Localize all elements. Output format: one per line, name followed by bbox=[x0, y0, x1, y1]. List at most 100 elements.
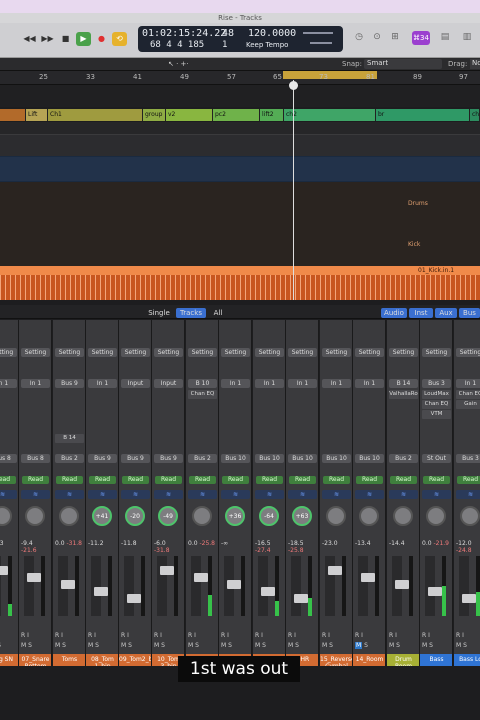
setting-button[interactable]: Setting bbox=[188, 348, 217, 357]
audio-icon[interactable]: ≋ bbox=[322, 490, 351, 499]
output-slot[interactable]: Bus 10 bbox=[355, 454, 384, 463]
mute-solo[interactable]: M S bbox=[389, 642, 418, 650]
audio-icon[interactable]: ≋ bbox=[456, 490, 480, 499]
record-buttons[interactable]: R I bbox=[21, 632, 50, 640]
setting-button[interactable]: Setting bbox=[255, 348, 284, 357]
blue-track-lane[interactable] bbox=[0, 156, 480, 182]
fader-cap[interactable] bbox=[227, 580, 241, 589]
volume-fader[interactable] bbox=[24, 556, 41, 616]
record-buttons[interactable]: R I bbox=[355, 632, 384, 640]
tuner-icon[interactable]: ⊙ bbox=[370, 32, 384, 46]
fader-cap[interactable] bbox=[94, 587, 108, 596]
volume-fader[interactable] bbox=[392, 556, 409, 616]
plugin-slot[interactable]: B 14 bbox=[55, 434, 84, 443]
metronome-icon[interactable]: ⊞ bbox=[388, 32, 402, 46]
plugin-slot[interactable]: Chan EQ bbox=[456, 390, 480, 399]
mute-solo[interactable]: M S bbox=[154, 642, 183, 650]
input-slot[interactable]: In 1 bbox=[288, 379, 317, 388]
stop-icon[interactable]: ■ bbox=[58, 32, 73, 46]
setting-button[interactable]: Setting bbox=[288, 348, 317, 357]
input-slot[interactable]: In 1 bbox=[456, 379, 480, 388]
marker[interactable] bbox=[0, 109, 26, 121]
output-slot[interactable]: Bus 8 bbox=[21, 454, 50, 463]
marker[interactable]: group bbox=[143, 109, 166, 121]
volume-fader[interactable] bbox=[325, 556, 342, 616]
count-badge[interactable]: ⌘34 bbox=[412, 31, 430, 45]
fader-cap[interactable] bbox=[462, 594, 476, 603]
playhead-handle[interactable] bbox=[289, 81, 298, 90]
marker[interactable]: Lift bbox=[26, 109, 48, 121]
fader-cap[interactable] bbox=[328, 566, 342, 575]
audio-icon[interactable]: ≋ bbox=[121, 490, 150, 499]
audio-region-header[interactable]: 01_Kick.in.1 bbox=[0, 266, 480, 275]
drums-track-lane[interactable] bbox=[0, 182, 480, 268]
fader-cap[interactable] bbox=[294, 594, 308, 603]
marker[interactable]: lift2 bbox=[260, 109, 284, 121]
audio-icon[interactable]: ≋ bbox=[255, 490, 284, 499]
input-slot[interactable]: In 1 bbox=[21, 379, 50, 388]
automation-read[interactable]: Read bbox=[457, 476, 480, 484]
fader-cap[interactable] bbox=[361, 573, 375, 582]
fader-cap[interactable] bbox=[27, 573, 41, 582]
volume-fader[interactable] bbox=[0, 556, 8, 616]
drag-select[interactable]: No bbox=[470, 59, 480, 69]
input-slot[interactable]: Input bbox=[121, 379, 150, 388]
record-buttons[interactable]: R I bbox=[288, 632, 317, 640]
input-slot[interactable]: B 14 bbox=[389, 379, 418, 388]
volume-fader[interactable] bbox=[191, 556, 208, 616]
setting-button[interactable]: Setting bbox=[456, 348, 480, 357]
audio-icon[interactable]: ≋ bbox=[154, 490, 183, 499]
mute-solo[interactable]: M S bbox=[88, 642, 117, 650]
volume-fader[interactable] bbox=[258, 556, 275, 616]
automation-read[interactable]: Read bbox=[0, 476, 16, 484]
input-slot[interactable]: Bus 9 bbox=[55, 379, 84, 388]
setting-button[interactable]: Setting bbox=[154, 348, 183, 357]
output-slot[interactable]: Bus 2 bbox=[188, 454, 217, 463]
track-name[interactable]: 14_Room bbox=[353, 654, 385, 666]
output-slot[interactable]: St Out bbox=[422, 454, 451, 463]
volume-fader[interactable] bbox=[91, 556, 108, 616]
volume-fader[interactable] bbox=[58, 556, 75, 616]
volume-fader[interactable] bbox=[157, 556, 174, 616]
mute-solo[interactable]: M S bbox=[188, 642, 217, 650]
input-slot[interactable]: Input bbox=[154, 379, 183, 388]
tab-single[interactable]: Single bbox=[148, 308, 170, 318]
pan-knob[interactable] bbox=[426, 506, 446, 526]
output-slot[interactable]: Bus 2 bbox=[55, 454, 84, 463]
mute-solo[interactable]: M S bbox=[355, 642, 384, 650]
output-slot[interactable]: Bus 10 bbox=[288, 454, 317, 463]
audio-icon[interactable]: ≋ bbox=[422, 490, 451, 499]
record-buttons[interactable]: R I bbox=[322, 632, 351, 640]
record-buttons[interactable]: R I bbox=[456, 632, 480, 640]
lcd-display[interactable]: 01:02:15:24.22 68 4 4 185 48 1 120.0000 … bbox=[138, 26, 343, 52]
setting-button[interactable]: Setting bbox=[121, 348, 150, 357]
record-buttons[interactable]: R I bbox=[422, 632, 451, 640]
automation-read[interactable]: Read bbox=[356, 476, 383, 484]
automation-read[interactable]: Read bbox=[256, 476, 283, 484]
pan-knob[interactable] bbox=[25, 506, 45, 526]
volume-fader[interactable] bbox=[291, 556, 308, 616]
record-buttons[interactable]: R I bbox=[221, 632, 250, 640]
fader-cap[interactable] bbox=[127, 594, 141, 603]
record-buttons[interactable]: R I bbox=[121, 632, 150, 640]
fader-cap[interactable] bbox=[194, 573, 208, 582]
automation-read[interactable]: Read bbox=[423, 476, 450, 484]
marker[interactable]: v2 bbox=[166, 109, 213, 121]
marker[interactable]: pc2 bbox=[213, 109, 260, 121]
pan-knob[interactable] bbox=[359, 506, 379, 526]
tab-aux[interactable]: Aux bbox=[435, 308, 457, 318]
audio-icon[interactable]: ≋ bbox=[221, 490, 250, 499]
automation-read[interactable]: Read bbox=[222, 476, 249, 484]
record-buttons[interactable]: R I bbox=[55, 632, 84, 640]
marker[interactable]: ch bbox=[470, 109, 480, 121]
fader-cap[interactable] bbox=[0, 566, 8, 575]
marker[interactable]: Ch1 bbox=[48, 109, 143, 121]
mute-solo[interactable]: M S bbox=[456, 642, 480, 650]
track-name[interactable]: Trig SN bbox=[0, 654, 18, 666]
clock-icon[interactable]: ◷ bbox=[352, 32, 366, 46]
record-buttons[interactable]: R I bbox=[0, 632, 17, 640]
setting-button[interactable]: Setting bbox=[221, 348, 250, 357]
fader-cap[interactable] bbox=[61, 580, 75, 589]
plugin-slot[interactable]: LoudMax bbox=[422, 390, 451, 399]
marker[interactable]: br bbox=[376, 109, 470, 121]
